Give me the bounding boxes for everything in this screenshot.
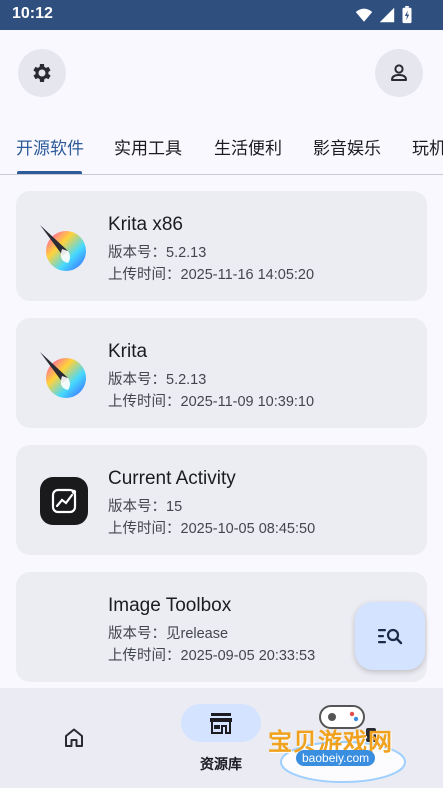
app-card-krita[interactable]: Krita 版本号：5.2.13 上传时间：2025-11-09 10:39:1…	[16, 318, 427, 428]
search-fab[interactable]	[355, 602, 425, 670]
app-card-current-activity[interactable]: Current Activity 版本号：15 上传时间：2025-10-05 …	[16, 445, 427, 555]
gear-icon	[33, 64, 51, 82]
battery-icon	[402, 6, 412, 24]
app-upload-time: 上传时间：2025-09-05 20:33:53	[108, 648, 316, 664]
tab-open-source[interactable]: 开源软件	[16, 134, 84, 159]
search-list-icon	[378, 628, 403, 645]
app-name: Krita	[108, 341, 148, 362]
tab-media[interactable]: 影音娱乐	[313, 134, 381, 159]
current-activity-icon	[40, 477, 88, 525]
home-icon	[65, 728, 83, 747]
nav-home[interactable]	[48, 716, 100, 760]
wifi-icon	[355, 8, 373, 22]
app-name: Image Toolbox	[108, 595, 232, 616]
store-icon	[210, 713, 232, 734]
app-version: 版本号：5.2.13	[108, 245, 207, 261]
krita-icon	[40, 225, 86, 271]
nav-library-label: 资源库	[200, 757, 242, 773]
category-tabs: 开源软件 实用工具 生活便利 影音娱乐 玩机	[0, 120, 443, 175]
watermark-url: baobeiy.com	[296, 750, 376, 766]
app-upload-time: 上传时间：2025-11-16 14:05:20	[108, 267, 315, 283]
app-version: 版本号：见release	[108, 626, 229, 642]
watermark: 宝贝游戏网 baobeiy.com	[268, 700, 418, 785]
signal-icon	[379, 7, 395, 23]
nav-active-indicator	[181, 704, 261, 742]
tab-utilities[interactable]: 实用工具	[114, 134, 182, 159]
app-name: Krita x86	[108, 214, 183, 235]
top-bar	[0, 30, 443, 120]
krita-icon	[40, 352, 86, 398]
settings-button[interactable]	[18, 49, 66, 97]
status-bar: 10:12	[0, 0, 443, 30]
status-icons	[355, 6, 413, 24]
app-upload-time: 上传时间：2025-10-05 08:45:50	[108, 521, 316, 537]
app-card-krita-x86[interactable]: Krita x86 版本号：5.2.13 上传时间：2025-11-16 14:…	[16, 191, 427, 301]
tab-indicator	[17, 171, 82, 174]
app-version: 版本号：5.2.13	[108, 372, 207, 388]
app-version: 版本号：15	[108, 499, 183, 515]
profile-button[interactable]	[375, 49, 423, 97]
status-time: 10:12	[12, 5, 53, 22]
tab-life[interactable]: 生活便利	[214, 134, 282, 159]
person-icon	[391, 64, 407, 81]
app-name: Current Activity	[108, 468, 236, 489]
tab-device[interactable]: 玩机	[412, 134, 443, 159]
nav-library[interactable]: 资源库	[181, 704, 261, 776]
app-upload-time: 上传时间：2025-11-09 10:39:10	[108, 394, 315, 410]
